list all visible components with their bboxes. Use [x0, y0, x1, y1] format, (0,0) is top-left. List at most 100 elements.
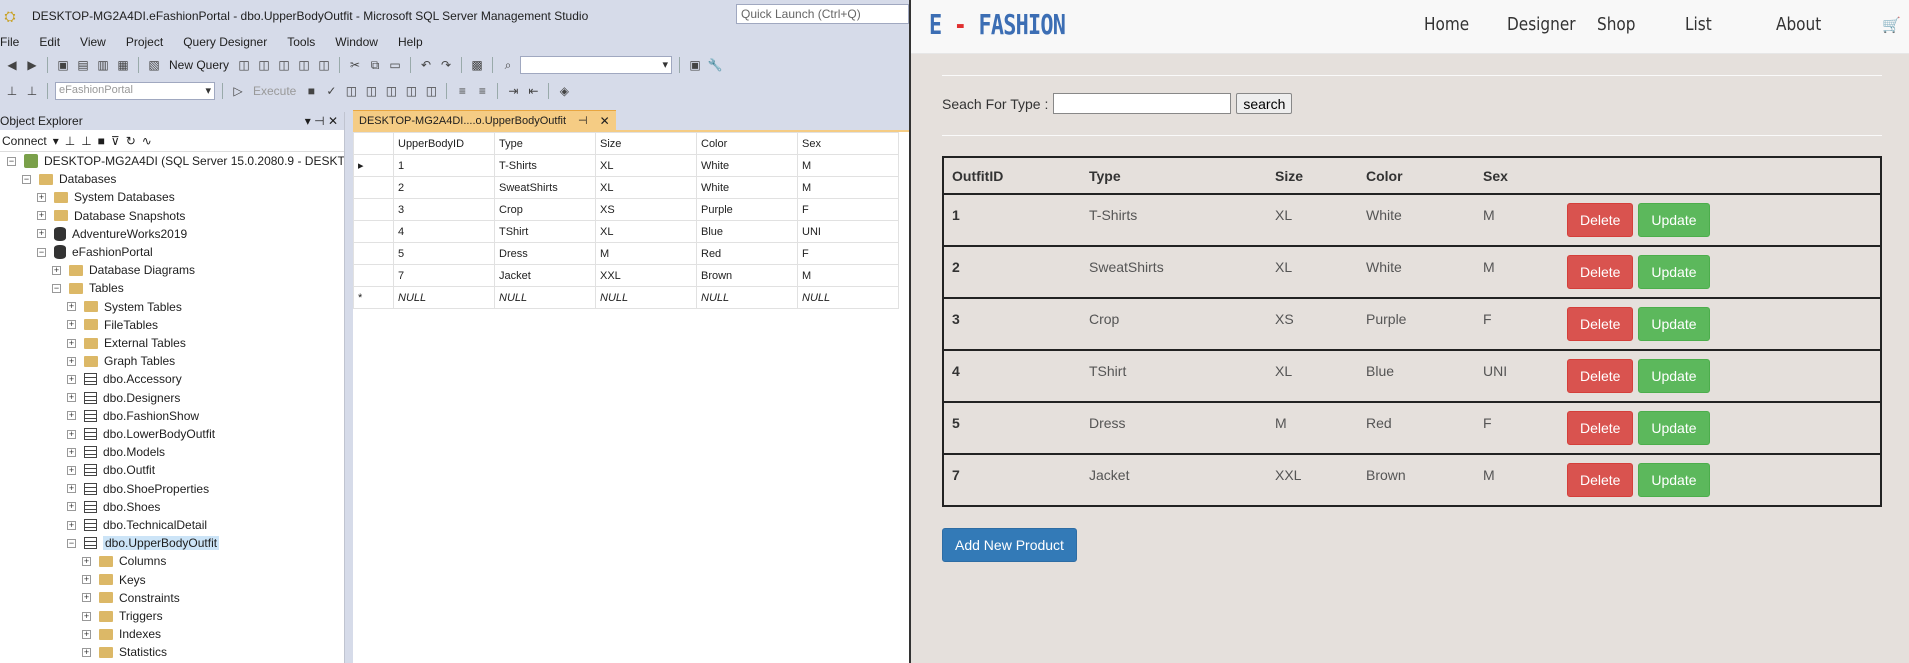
- tree-node[interactable]: + dbo.Designers: [67, 389, 180, 407]
- expand-icon[interactable]: +: [67, 374, 76, 384]
- collapse-icon[interactable]: −: [52, 283, 61, 293]
- grid-cell[interactable]: 5: [393, 242, 495, 265]
- grid-cell[interactable]: XXL: [595, 264, 697, 287]
- tree-node[interactable]: + System Tables: [67, 298, 182, 316]
- database-combo[interactable]: eFashionPortal: [55, 82, 215, 100]
- tree-node[interactable]: + External Tables: [67, 334, 186, 352]
- grid-cell[interactable]: Red: [696, 242, 798, 265]
- expand-icon[interactable]: +: [37, 229, 46, 239]
- grid-cell[interactable]: F: [797, 242, 899, 265]
- tab-pin-icon[interactable]: ⊣: [578, 114, 588, 127]
- properties-icon[interactable]: ▣: [687, 57, 703, 73]
- grid-cell[interactable]: M: [797, 154, 899, 177]
- nav-home[interactable]: Home: [1424, 14, 1469, 35]
- grid-new-row[interactable]: * NULL NULL NULL NULL NULL: [353, 286, 899, 309]
- tree-node[interactable]: + dbo.ShoeProperties: [67, 480, 209, 498]
- grid-col-header[interactable]: Type: [494, 132, 596, 155]
- menu-view[interactable]: View: [70, 35, 116, 49]
- grid-cell[interactable]: XL: [595, 220, 697, 243]
- grid-cell[interactable]: Brown: [696, 264, 798, 287]
- grid-cell[interactable]: XS: [595, 198, 697, 221]
- row-header[interactable]: [353, 176, 394, 199]
- grid-row[interactable]: ▸ 1 T-Shirts XL White M: [353, 154, 899, 177]
- grid-col-header[interactable]: Color: [696, 132, 798, 155]
- collapse-icon[interactable]: −: [7, 156, 16, 166]
- menu-window[interactable]: Window: [325, 35, 388, 49]
- tree-node[interactable]: + Graph Tables: [67, 352, 175, 370]
- expand-icon[interactable]: +: [67, 393, 76, 403]
- save-icon[interactable]: ▥: [95, 57, 111, 73]
- grid-cell[interactable]: 2: [393, 176, 495, 199]
- delete-button[interactable]: Delete: [1567, 203, 1634, 237]
- grid-col-header[interactable]: Sex: [797, 132, 899, 155]
- expand-icon[interactable]: +: [82, 629, 91, 639]
- plan-icon[interactable]: ◫: [343, 83, 359, 99]
- cart-icon[interactable]: 🛒: [1882, 16, 1901, 34]
- site-brand[interactable]: E - FASHION: [929, 8, 1066, 41]
- results-icon[interactable]: ◫: [363, 83, 379, 99]
- forward-icon[interactable]: ▶: [24, 57, 40, 73]
- current-row-icon[interactable]: ▸: [353, 154, 394, 177]
- tree-node[interactable]: − dbo.UpperBodyOutfit: [67, 534, 220, 552]
- expand-icon[interactable]: +: [52, 265, 61, 275]
- panel-splitter[interactable]: [345, 112, 353, 663]
- menu-project[interactable]: Project: [116, 35, 173, 49]
- tree-node[interactable]: + dbo.Outfit: [67, 461, 155, 479]
- grid-row[interactable]: 7 Jacket XXL Brown M: [353, 264, 899, 287]
- tree-node[interactable]: + dbo.Accessory: [67, 370, 182, 388]
- tree-node[interactable]: − Databases: [22, 170, 116, 188]
- grid-cell-null[interactable]: NULL: [393, 286, 495, 309]
- query-mdx-icon[interactable]: ◫: [256, 57, 272, 73]
- new-project-icon[interactable]: ▣: [55, 57, 71, 73]
- grid-cell-null[interactable]: NULL: [696, 286, 798, 309]
- grid-cell[interactable]: 4: [393, 220, 495, 243]
- grid-cell[interactable]: T-Shirts: [494, 154, 596, 177]
- delete-button[interactable]: Delete: [1567, 255, 1634, 289]
- connect-dropdown-arrow-icon[interactable]: ▾: [53, 134, 59, 148]
- expand-icon[interactable]: +: [82, 647, 91, 657]
- tree-node[interactable]: − Tables: [52, 279, 124, 297]
- nav-list[interactable]: List: [1685, 14, 1712, 35]
- stop-icon[interactable]: ■: [303, 83, 319, 99]
- expand-icon[interactable]: +: [67, 465, 76, 475]
- row-header[interactable]: [353, 264, 394, 287]
- query-xmla-icon[interactable]: ◫: [296, 57, 312, 73]
- row-header[interactable]: [353, 242, 394, 265]
- tree-node[interactable]: − eFashionPortal: [37, 243, 153, 261]
- grid-icon[interactable]: ◫: [383, 83, 399, 99]
- grid-cell[interactable]: XL: [595, 176, 697, 199]
- execute-icon[interactable]: ▷: [230, 83, 246, 99]
- grid-row[interactable]: 3 Crop XS Purple F: [353, 198, 899, 221]
- delete-button[interactable]: Delete: [1567, 463, 1634, 497]
- indent-icon[interactable]: ⇥: [505, 83, 521, 99]
- menu-help[interactable]: Help: [388, 35, 433, 49]
- tree-node[interactable]: + dbo.LowerBodyOutfit: [67, 425, 215, 443]
- tree-node[interactable]: + Indexes: [82, 625, 161, 643]
- grid-row[interactable]: 2 SweatShirts XL White M: [353, 176, 899, 199]
- expand-icon[interactable]: +: [67, 429, 76, 439]
- results-grid[interactable]: UpperBodyID Type Size Color Sex ▸ 1 T-Shir…: [353, 132, 899, 309]
- expand-icon[interactable]: +: [67, 502, 76, 512]
- menu-query-designer[interactable]: Query Designer: [173, 35, 277, 49]
- grid-cell[interactable]: XL: [595, 154, 697, 177]
- outdent-icon[interactable]: ⇤: [525, 83, 541, 99]
- activity-icon[interactable]: ∿: [142, 134, 152, 148]
- update-button[interactable]: Update: [1638, 255, 1710, 289]
- grid-row[interactable]: 4 TShirt XL Blue UNI: [353, 220, 899, 243]
- expand-icon[interactable]: +: [82, 575, 91, 585]
- copy-icon[interactable]: ⧉: [367, 57, 383, 73]
- parse-icon[interactable]: ✓: [323, 83, 339, 99]
- expand-icon[interactable]: +: [67, 447, 76, 457]
- cut-icon[interactable]: ✂: [347, 57, 363, 73]
- grid-col-header[interactable]: Size: [595, 132, 697, 155]
- expand-icon[interactable]: +: [67, 520, 76, 530]
- search-type-input[interactable]: [1053, 93, 1232, 114]
- execute-button[interactable]: Execute: [250, 84, 299, 98]
- grid-cell[interactable]: M: [797, 176, 899, 199]
- update-button[interactable]: Update: [1638, 463, 1710, 497]
- connect-icon[interactable]: ⊥: [4, 83, 20, 99]
- update-button[interactable]: Update: [1638, 307, 1710, 341]
- connect-dropdown[interactable]: Connect: [2, 134, 47, 148]
- row-header[interactable]: [353, 198, 394, 221]
- expand-icon[interactable]: +: [67, 320, 76, 330]
